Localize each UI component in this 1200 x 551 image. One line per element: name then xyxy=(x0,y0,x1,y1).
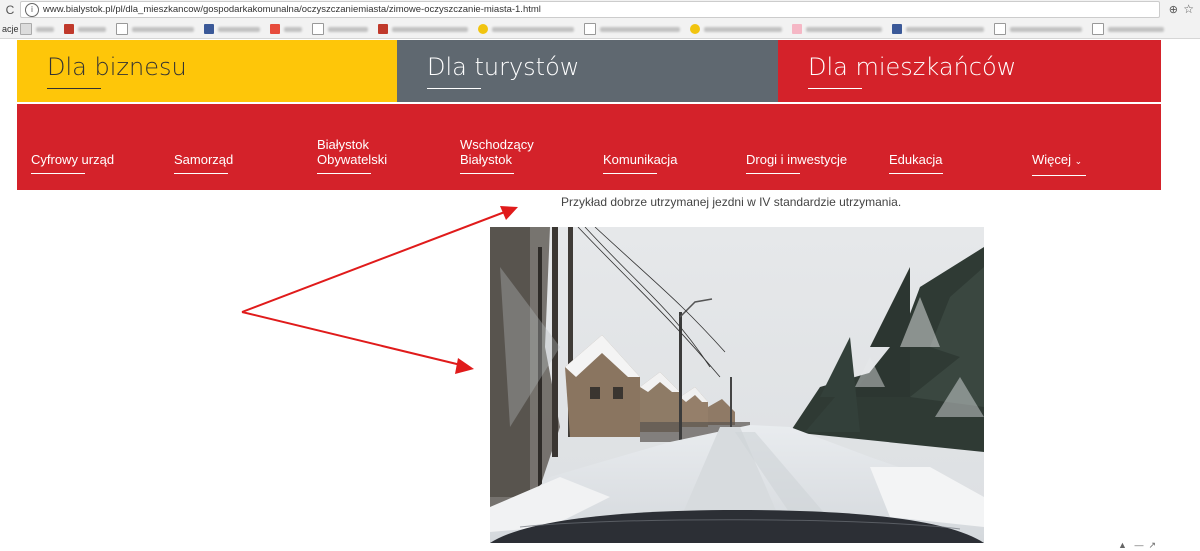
nav-item-samorzad[interactable]: Samorząd xyxy=(174,152,233,174)
bookmark-item[interactable] xyxy=(690,24,782,34)
nav-item-underline xyxy=(603,173,657,174)
snowy-road-photo xyxy=(490,227,984,543)
nav-item-underline xyxy=(746,173,800,174)
bookmark-item[interactable] xyxy=(204,24,260,34)
nav-item-wschodzacy-bialystok[interactable]: Wschodzący Białystok xyxy=(460,137,534,174)
tab-tourists-label: Dla turystów xyxy=(427,53,580,81)
tab-business-label: Dla biznesu xyxy=(47,53,187,81)
nav-item-label-line1: Wschodzący xyxy=(460,137,534,152)
nav-item-wiecej[interactable]: Więcej ⌄ xyxy=(1032,152,1086,176)
tab-business[interactable]: Dla biznesu xyxy=(17,40,397,102)
nav-item-underline xyxy=(174,173,228,174)
red-arrow-lower xyxy=(241,311,474,374)
reload-icon[interactable]: C xyxy=(0,3,20,17)
bookmark-item[interactable] xyxy=(478,24,574,34)
bookmark-item[interactable] xyxy=(378,24,468,34)
address-row: C i www.bialystok.pl/pl/dla_mieszkancow/… xyxy=(0,0,1200,19)
nav-item-underline xyxy=(1032,175,1086,176)
nav-item-label: Samorząd xyxy=(174,152,234,167)
tab-tourists[interactable]: Dla turystów xyxy=(397,40,778,102)
nav-item-bialystok-obywatelski[interactable]: Białystok Obywatelski xyxy=(317,137,387,174)
tab-business-underline xyxy=(47,88,101,89)
nav-item-underline xyxy=(460,173,514,174)
nav-item-label-line1: Białystok xyxy=(317,137,370,152)
bookmark-item[interactable] xyxy=(892,24,984,34)
nav-item-cyfrowy-urzad[interactable]: Cyfrowy urząd xyxy=(31,152,114,174)
nav-item-edukacja[interactable]: Edukacja xyxy=(889,152,943,174)
scroll-to-top-icon[interactable]: ▲ — ↗ xyxy=(1118,540,1156,551)
chevron-down-icon: ⌄ xyxy=(1074,156,1083,166)
bookmark-item[interactable] xyxy=(270,24,302,34)
bookmark-item[interactable] xyxy=(64,24,106,34)
nav-item-drogi-i-inwestycje[interactable]: Drogi i inwestycje xyxy=(746,152,847,174)
nav-item-label-line2: Białystok xyxy=(460,152,513,167)
info-icon[interactable]: i xyxy=(25,2,39,17)
red-arrow-upper xyxy=(241,206,518,313)
nav-item-label: Drogi i inwestycje xyxy=(746,152,848,167)
photo-caption: Przykład dobrze utrzymanej jezdni w IV s… xyxy=(561,195,902,209)
nav-item-label-line2: Obywatelski xyxy=(317,152,388,167)
bookmark-star-icon[interactable]: ☆ xyxy=(1183,2,1194,16)
browser-chrome: C i www.bialystok.pl/pl/dla_mieszkancow/… xyxy=(0,0,1200,39)
bookmarks-bar: acje xyxy=(0,20,1200,38)
zoom-icon[interactable]: ⊕ xyxy=(1169,3,1178,16)
main-nav: Cyfrowy urząd Samorząd Białystok Obywate… xyxy=(17,104,1161,190)
nav-item-underline xyxy=(31,173,85,174)
tab-tourists-underline xyxy=(427,88,481,89)
bookmark-item[interactable] xyxy=(994,23,1082,35)
tab-residents[interactable]: Dla mieszkańców xyxy=(778,40,1161,102)
audience-nav: Dla biznesu Dla turystów Dla mieszkańców xyxy=(17,40,1161,102)
nav-item-label: Więcej xyxy=(1032,152,1072,167)
tab-residents-underline xyxy=(808,88,862,89)
url-text: www.bialystok.pl/pl/dla_mieszkancow/gosp… xyxy=(43,4,541,15)
bookmark-item[interactable] xyxy=(312,23,368,35)
nav-item-label: Cyfrowy urząd xyxy=(31,152,115,167)
nav-item-underline xyxy=(889,173,943,174)
bookmark-item[interactable] xyxy=(792,24,882,34)
bookmark-item[interactable] xyxy=(1092,23,1164,35)
bookmarks-lead-text: acje xyxy=(2,24,19,34)
nav-item-label: Edukacja xyxy=(889,152,943,167)
tab-residents-label: Dla mieszkańców xyxy=(808,53,1017,81)
bookmark-item[interactable] xyxy=(584,23,680,35)
bookmark-item[interactable] xyxy=(116,23,194,35)
bookmark-item[interactable] xyxy=(20,23,54,35)
nav-item-underline xyxy=(317,173,371,174)
nav-item-label: Komunikacja xyxy=(603,152,678,167)
address-bar[interactable]: i www.bialystok.pl/pl/dla_mieszkancow/go… xyxy=(20,1,1160,18)
nav-item-komunikacja[interactable]: Komunikacja xyxy=(603,152,677,174)
